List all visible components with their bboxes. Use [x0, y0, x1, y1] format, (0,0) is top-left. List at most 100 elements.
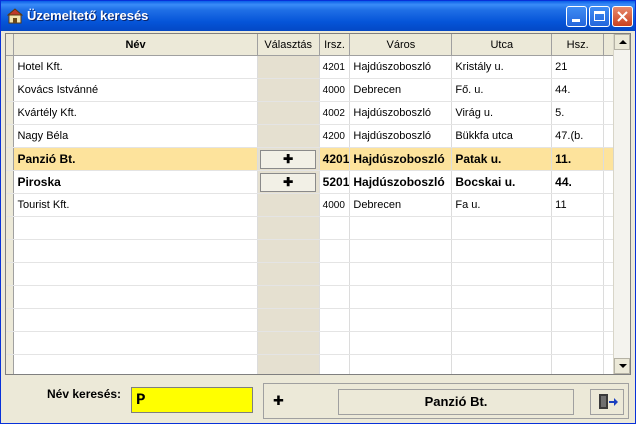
column-header-name[interactable]: Név	[13, 34, 258, 56]
results-table: Név Választás Irsz. Város Utca Hsz. Hote…	[6, 34, 630, 374]
cell-name: Hotel Kft.	[13, 55, 258, 79]
cell-street	[451, 354, 553, 374]
title-bar[interactable]: Üzemeltető keresés	[1, 1, 635, 31]
cell-house: 21	[551, 55, 605, 79]
arrow-down-icon	[619, 364, 627, 368]
arrow-up-icon	[619, 40, 627, 44]
cell-name	[13, 331, 258, 355]
column-header-street[interactable]: Utca	[451, 34, 553, 56]
cell-city	[349, 308, 453, 332]
cell-zip	[319, 285, 351, 309]
empty-row	[6, 285, 630, 309]
cell-street: Fa u.	[451, 193, 553, 217]
cell-street: Kristály u.	[451, 55, 553, 79]
table-row[interactable]: Nagy Béla 4200 Hajdúszoboszló Bükkfa utca 47…	[6, 124, 630, 148]
cell-name	[13, 216, 258, 240]
cell-select	[257, 239, 320, 263]
row-indicator[interactable]	[6, 78, 15, 102]
cell-house: 11	[551, 193, 605, 217]
cell-name: Kovács Istvánné	[13, 78, 258, 102]
table-row[interactable]: Kvártély Kft. 4002 Hajdúszoboszló Virág u. 5…	[6, 101, 630, 125]
cell-house: 44.	[551, 170, 605, 194]
cell-name	[13, 354, 258, 374]
plus-icon: ✚	[273, 393, 284, 408]
row-indicator[interactable]	[6, 101, 15, 125]
cell-zip: 4000	[319, 78, 351, 102]
cell-zip: 4201	[319, 147, 351, 171]
results-grid[interactable]: Név Választás Irsz. Város Utca Hsz. Hote…	[5, 33, 631, 375]
column-header-select[interactable]: Választás	[257, 34, 320, 56]
cell-house: 5.	[551, 101, 605, 125]
empty-row	[6, 239, 630, 263]
cell-city: Debrecen	[349, 78, 453, 102]
minimize-button[interactable]	[566, 6, 587, 27]
vertical-scrollbar[interactable]	[613, 34, 630, 374]
cell-city: Hajdúszoboszló	[349, 147, 453, 171]
cell-name: Tourist Kft.	[13, 193, 258, 217]
window-title: Üzemeltető keresés	[27, 8, 149, 23]
cell-zip: 4201	[319, 55, 351, 79]
cell-select	[257, 262, 320, 286]
table-row[interactable]: Panzió Bt. ✚ 4201 Hajdúszoboszló Patak u. 11.	[6, 147, 630, 171]
cell-select	[257, 285, 320, 309]
close-button[interactable]	[612, 6, 633, 27]
table-row[interactable]: Tourist Kft. 4000 Debrecen Fa u. 11	[6, 193, 630, 217]
scroll-up-button[interactable]	[614, 34, 630, 50]
select-row-button[interactable]: ✚	[260, 173, 317, 192]
cell-select	[257, 193, 320, 217]
cell-street: Bocskai u.	[451, 170, 553, 194]
cell-select: ✚	[257, 147, 320, 171]
row-indicator[interactable]	[6, 55, 15, 79]
cell-zip	[319, 262, 351, 286]
cell-street: Virág u.	[451, 101, 553, 125]
cell-select	[257, 216, 320, 240]
cell-city: Hajdúszoboszló	[349, 170, 453, 194]
selected-operator-button[interactable]: Panzió Bt.	[338, 389, 574, 415]
cell-name: Nagy Béla	[13, 124, 258, 148]
row-indicator[interactable]	[6, 124, 15, 148]
name-search-label: Név keresés:	[47, 387, 122, 401]
cell-select	[257, 308, 320, 332]
cell-name	[13, 262, 258, 286]
exit-door-icon	[599, 394, 618, 409]
cell-house	[551, 262, 605, 286]
name-search-input[interactable]: P	[131, 387, 253, 413]
row-indicator[interactable]	[6, 193, 15, 217]
cell-city	[349, 331, 453, 355]
cell-city	[349, 262, 453, 286]
exit-button[interactable]	[590, 389, 624, 415]
row-indicator[interactable]	[6, 170, 15, 194]
cell-zip	[319, 216, 351, 240]
row-indicator	[6, 354, 15, 374]
maximize-button[interactable]	[589, 6, 610, 27]
cell-house	[551, 216, 605, 240]
column-header-house[interactable]: Hsz.	[551, 34, 605, 56]
app-icon	[7, 8, 23, 24]
cell-street	[451, 262, 553, 286]
row-indicator	[6, 285, 15, 309]
empty-row	[6, 331, 630, 355]
cell-zip	[319, 308, 351, 332]
cell-city	[349, 239, 453, 263]
cell-city: Debrecen	[349, 193, 453, 217]
scroll-down-button[interactable]	[614, 358, 630, 374]
cell-select	[257, 101, 320, 125]
empty-row	[6, 308, 630, 332]
cell-house: 11.	[551, 147, 605, 171]
row-indicator[interactable]	[6, 147, 15, 171]
table-row[interactable]: Hotel Kft. 4201 Hajdúszoboszló Kristály u. 2…	[6, 55, 630, 79]
table-row[interactable]: Kovács Istvánné 4000 Debrecen Fő. u. 44.	[6, 78, 630, 102]
cell-name: Piroska	[13, 170, 258, 194]
row-indicator	[6, 262, 15, 286]
table-row[interactable]: Piroska ✚ 5201 Hajdúszoboszló Bocskai u. 44.	[6, 170, 630, 194]
cell-street: Bükkfa utca	[451, 124, 553, 148]
column-header-city[interactable]: Város	[349, 34, 453, 56]
cell-house	[551, 239, 605, 263]
cell-zip: 4200	[319, 124, 351, 148]
cell-name	[13, 308, 258, 332]
cell-city: Hajdúszoboszló	[349, 101, 453, 125]
select-row-button[interactable]: ✚	[260, 150, 317, 169]
column-header-zip[interactable]: Irsz.	[319, 34, 351, 56]
cell-zip	[319, 331, 351, 355]
cell-city: Hajdúszoboszló	[349, 124, 453, 148]
